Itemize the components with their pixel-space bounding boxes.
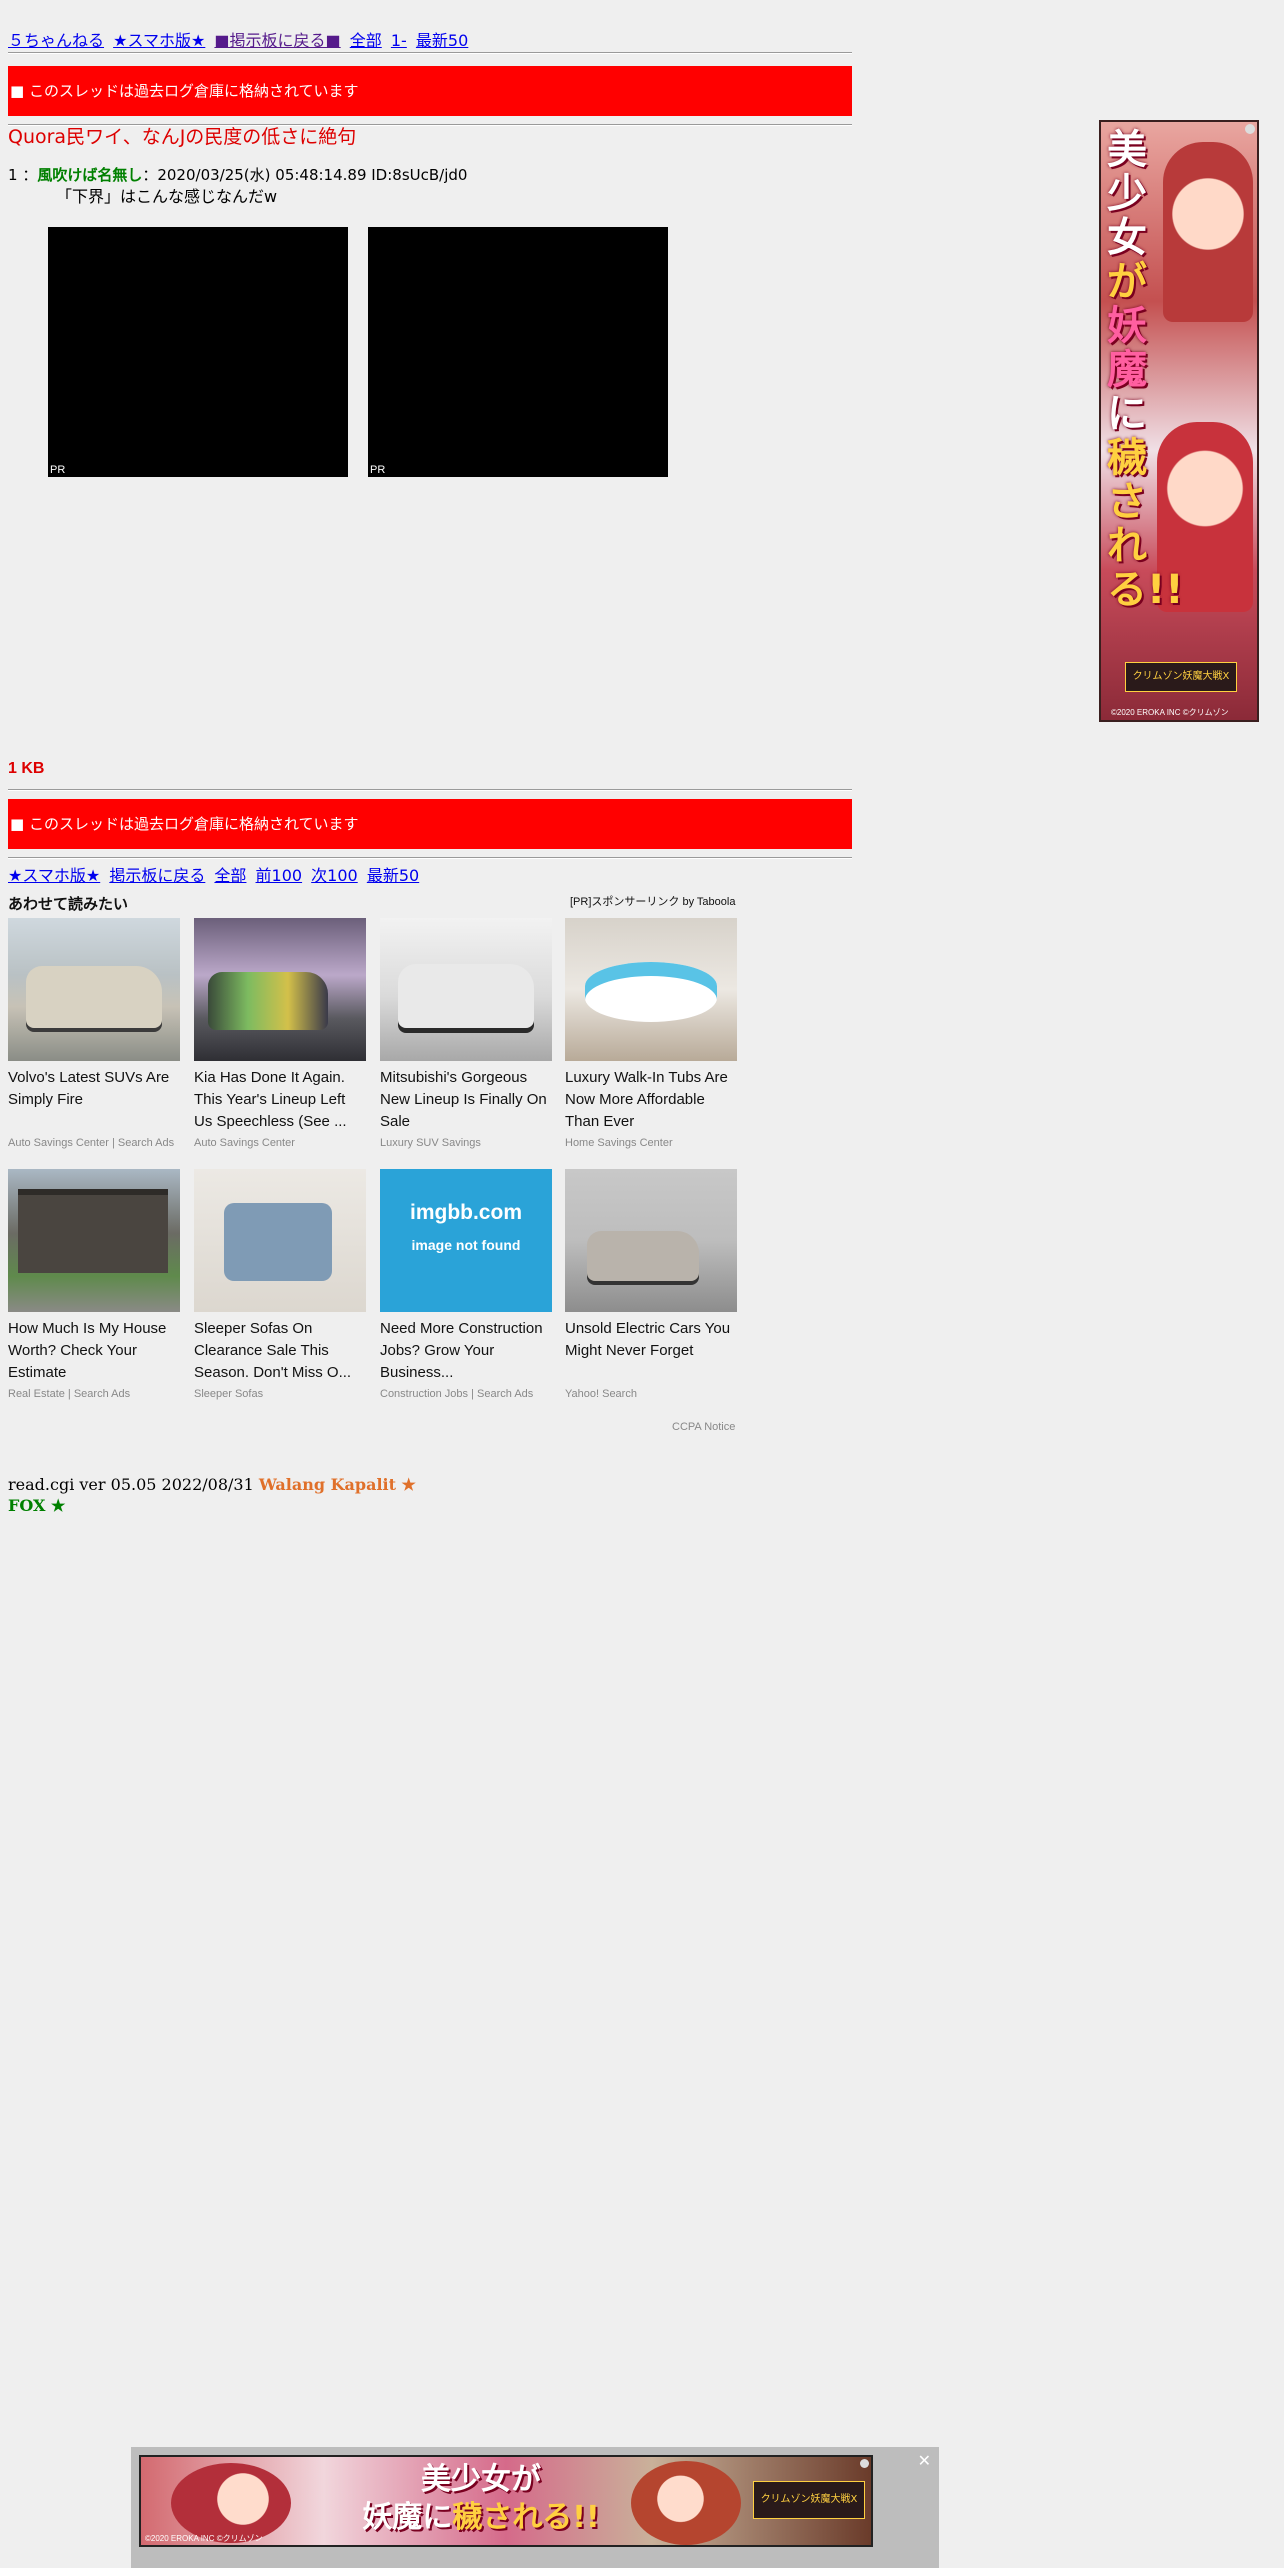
bottom-ad-line1: 美少女が [421,2462,541,2497]
back-to-board-link[interactable]: ■掲示板に戻る■ [214,31,340,50]
archived-notice-text: ■ このスレッドは過去ログ倉庫に格納されています [10,82,359,100]
post-number: 1 [8,166,18,184]
bottom-ad-banner[interactable]: 美少女が 妖魔に穢される!! クリムゾン妖魔大戦X ©2020 EROKA IN… [139,2455,873,2547]
ad-character-image [171,2463,291,2543]
volvo-suv-thumbnail[interactable] [8,918,180,1061]
ad-choices-icon[interactable] [1245,124,1255,134]
ad-character-image [1163,142,1253,322]
bottom-ad-line2c: 穢される!! [452,2500,600,2535]
mitsubishi-suv-thumbnail[interactable] [380,918,552,1061]
prev-100-link[interactable]: 前100 [256,866,303,885]
card-title[interactable]: Unsold Electric Cars You Might Never For… [565,1318,737,1384]
next-100-link[interactable]: 次100 [311,866,358,885]
archived-notice-banner-bottom: ■ このスレッドは過去ログ倉庫に格納されています [8,799,852,849]
side-ad-line3: 妖魔 [1107,303,1147,393]
site-home-link[interactable]: ５ちゃんねる [8,31,104,50]
poster-name: 風吹けば名無し [37,166,143,184]
archived-notice-banner: ■ このスレッドは過去ログ倉庫に格納されています [8,66,852,116]
related-card[interactable]: imgbb.com image not found Need More Cons… [380,1169,552,1405]
walang-kapalit-link[interactable]: Walang Kapalit ★ [259,1475,416,1494]
card-title[interactable]: Volvo's Latest SUVs Are Simply Fire [8,1067,180,1133]
ad-character-image [631,2461,741,2545]
image-not-found-thumbnail[interactable]: imgbb.com image not found [380,1169,552,1312]
related-section-title: あわせて読みたい [8,896,129,913]
walk-in-tub-thumbnail[interactable] [565,918,737,1061]
card-title[interactable]: Luxury Walk-In Tubs Are Now More Afforda… [565,1067,737,1133]
side-ad-line1: 美少女 [1107,127,1147,261]
divider [8,789,852,791]
smartphone-version-link[interactable]: ★スマホ版★ [8,866,100,885]
card-title[interactable]: How Much Is My House Worth? Check Your E… [8,1318,180,1384]
electric-car-thumbnail[interactable] [565,1169,737,1312]
related-card[interactable]: Luxury Walk-In Tubs Are Now More Afforda… [565,918,737,1154]
related-card[interactable]: Unsold Electric Cars You Might Never For… [565,1169,737,1405]
thread-title: Quora民ワイ、なんJの民度の低さに絶句 [8,126,357,148]
side-ad-logo: クリムゾン妖魔大戦X [1125,662,1237,692]
divider [8,857,852,859]
ad-banner-left[interactable]: PR [48,227,348,477]
top-nav: ５ちゃんねる ★スマホ版★ ■掲示板に戻る■ 全部 1- 最新50 [8,31,472,51]
latest-50-link[interactable]: 最新50 [416,31,468,50]
bottom-ad-headline: 美少女が 妖魔に穢される!! [351,2461,611,2537]
latest-50-link[interactable]: 最新50 [367,866,419,885]
card-title[interactable]: Kia Has Done It Again. This Year's Lineu… [194,1067,366,1133]
first-posts-link[interactable]: 1- [391,31,407,50]
all-posts-link[interactable]: 全部 [350,31,382,50]
post-header: 1 ：風吹けば名無し：2020/03/25(水) 05:48:14.89 ID:… [8,165,467,185]
post-separator: ： [17,166,38,184]
imgbb-subtitle: image not found [411,1237,521,1253]
related-card[interactable]: Kia Has Done It Again. This Year's Lineu… [194,918,366,1154]
sleeper-sofa-thumbnail[interactable] [194,1169,366,1312]
sponsored-label[interactable]: [PR]スポンサーリンク by Taboola [570,893,735,909]
side-ad-line2: が [1107,259,1147,305]
ad-pr-label: PR [370,464,386,476]
post-meta: ：2020/03/25(水) 05:48:14.89 ID:8sUcB/jd0 [142,166,468,184]
smartphone-version-link[interactable]: ★スマホ版★ [113,31,205,50]
side-ad-headline: 美少女が妖魔に穢される!! [1107,127,1183,612]
card-source: Auto Savings Center [194,1137,295,1149]
thread-size-label: 1 KB [8,760,45,777]
related-card[interactable]: Mitsubishi's Gorgeous New Lineup Is Fina… [380,918,552,1154]
card-source: Sleeper Sofas [194,1388,264,1400]
related-card[interactable]: Sleeper Sofas On Clearance Sale This Sea… [194,1169,366,1405]
card-source: Luxury SUV Savings [380,1137,481,1149]
related-card[interactable]: How Much Is My House Worth? Check Your E… [8,1169,180,1405]
bottom-ad-logo: クリムゾン妖魔大戦X [753,2481,865,2519]
archived-notice-text: ■ このスレッドは過去ログ倉庫に格納されています [10,815,359,833]
related-card[interactable]: Volvo's Latest SUVs Are Simply Fire Auto… [8,918,180,1154]
side-ad-line4: に [1107,391,1147,437]
bottom-ad-copyright: ©2020 EROKA INC ©クリムゾン [145,2534,263,2543]
card-source: Yahoo! Search [565,1388,637,1400]
side-ad-copyright: ©2020 EROKA INC ©クリムゾン [1111,708,1229,717]
close-icon[interactable]: ✕ [918,2451,931,2470]
side-ad-banner[interactable]: 美少女が妖魔に穢される!! クリムゾン妖魔大戦X ©2020 EROKA INC… [1099,120,1259,722]
card-title[interactable]: Mitsubishi's Gorgeous New Lineup Is Fina… [380,1067,552,1133]
footer: read.cgi ver 05.05 2022/08/31 Walang Kap… [8,1474,416,1516]
all-posts-link[interactable]: 全部 [214,866,246,885]
bottom-ad-line2b: に [422,2500,453,2535]
fox-link[interactable]: FOX ★ [8,1496,65,1515]
card-title[interactable]: Need More Construction Jobs? Grow Your B… [380,1318,552,1384]
divider [8,52,852,54]
bottom-ad-line2a: 妖魔 [362,2500,423,2535]
card-source: Home Savings Center [565,1137,673,1149]
imgbb-title: imgbb.com [409,1201,522,1224]
bottom-sticky-ad: 美少女が 妖魔に穢される!! クリムゾン妖魔大戦X ©2020 EROKA IN… [131,2447,939,2568]
bottom-nav: ★スマホ版★ 掲示板に戻る 全部 前100 次100 最新50 [8,866,423,886]
card-source: Auto Savings Center | Search Ads [8,1137,175,1149]
back-to-board-link[interactable]: 掲示板に戻る [109,866,205,885]
card-source: Construction Jobs | Search Ads [380,1388,534,1400]
ccpa-notice-link[interactable]: CCPA Notice [672,1421,735,1433]
ad-choices-icon[interactable] [860,2459,869,2468]
house-thumbnail[interactable] [8,1169,180,1312]
card-source: Real Estate | Search Ads [8,1388,131,1400]
card-title[interactable]: Sleeper Sofas On Clearance Sale This Sea… [194,1318,366,1384]
ad-banner-right[interactable]: PR [368,227,668,477]
kia-car-thumbnail[interactable] [194,918,366,1061]
ad-pr-label: PR [50,464,66,476]
post-body: 「下界」はこんな感じなんだw [56,187,278,206]
version-text: read.cgi ver 05.05 2022/08/31 [8,1475,259,1494]
